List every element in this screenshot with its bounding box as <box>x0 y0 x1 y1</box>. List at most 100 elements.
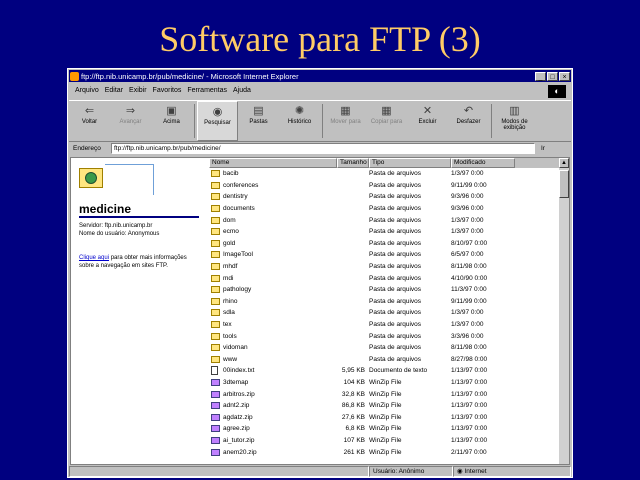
toolbar-button[interactable]: ◉ Pesquisar <box>197 101 238 141</box>
file-row[interactable]: dom Pasta de arquivos 1/3/97 0:00 <box>209 214 559 226</box>
file-size: 27,6 KB <box>341 413 365 421</box>
file-row[interactable]: tex Pasta de arquivos 1/3/97 0:00 <box>209 319 559 331</box>
file-row[interactable]: rhino Pasta de arquivos 9/11/99 0:00 <box>209 296 559 308</box>
file-row[interactable]: agdatz.zip 27,6 KB WinZip File 1/13/97 0:00 <box>209 411 559 423</box>
file-modified: 8/10/97 0:00 <box>451 239 488 247</box>
slide-title: Software para FTP (3) <box>159 19 481 59</box>
column-size[interactable]: Tamanho <box>337 158 369 168</box>
window-title: ftp://ftp.nib.unicamp.br/pub/medicine/ -… <box>81 71 299 81</box>
zip-file-icon <box>211 378 220 386</box>
file-row[interactable]: bacib Pasta de arquivos 1/3/97 0:00 <box>209 168 559 180</box>
ie-logo-icon: ◐ <box>548 85 566 98</box>
file-row[interactable]: sdla Pasta de arquivos 1/3/97 0:00 <box>209 307 559 319</box>
zip-file-icon <box>211 436 220 444</box>
toolbar-button[interactable]: ▦ Mover para <box>325 101 366 141</box>
menu-item[interactable]: Favoritos <box>153 87 182 94</box>
file-name: mdi <box>223 274 234 282</box>
folder-icon <box>211 181 220 189</box>
address-input[interactable]: ftp://ftp.nib.unicamp.br/pub/medicine/ <box>111 142 535 154</box>
folder-icon <box>211 193 220 201</box>
file-modified: 11/3/97 0:00 <box>451 286 487 294</box>
toolbar-button[interactable]: ▥ Modos de exibição <box>494 101 535 141</box>
file-row[interactable]: dentistry Pasta de arquivos 9/3/96 0:00 <box>209 191 559 203</box>
status-empty <box>69 466 369 477</box>
menu-item[interactable]: Arquivo <box>75 87 99 94</box>
file-row[interactable]: conferences Pasta de arquivos 9/11/99 0:00 <box>209 180 559 192</box>
toolbar-button[interactable]: ⇒ Avançar <box>110 101 151 141</box>
file-row[interactable]: www Pasta de arquivos 8/27/98 0:00 <box>209 354 559 366</box>
file-modified: 1/3/97 0:00 <box>451 216 484 224</box>
file-type: WinZip File <box>369 448 402 456</box>
column-modified[interactable]: Modificado <box>451 158 515 168</box>
menu-item[interactable]: Ajuda <box>233 87 251 94</box>
help-link[interactable]: Clique aqui <box>79 255 109 261</box>
file-name-cell: vidoman <box>209 344 337 352</box>
menu-item[interactable]: Ferramentas <box>187 87 227 94</box>
toolbar-button[interactable]: ✕ Excluir <box>407 101 448 141</box>
file-row[interactable]: vidoman Pasta de arquivos 8/11/98 0:00 <box>209 342 559 354</box>
server-info: Servidor: ftp.nib.unicamp.br Nome do usu… <box>79 222 203 238</box>
file-row[interactable]: gold Pasta de arquivos 8/10/97 0:00 <box>209 238 559 250</box>
title-bar[interactable]: ftp://ftp.nib.unicamp.br/pub/medicine/ -… <box>69 70 571 82</box>
toolbar-button[interactable]: ▦ Copiar para <box>366 101 407 141</box>
file-type: Pasta de arquivos <box>369 239 422 247</box>
file-row[interactable]: ai_tutor.zip 107 KB WinZip File 1/13/97 0:0… <box>209 435 559 447</box>
file-size: 104 KB <box>343 378 365 386</box>
file-type: Pasta de arquivos <box>369 309 422 317</box>
file-type: Pasta de arquivos <box>369 228 422 236</box>
folder-icon <box>211 321 220 329</box>
file-row[interactable]: ImageTool Pasta de arquivos 6/5/97 0:00 <box>209 249 559 261</box>
toolbar-button-label: Avançar <box>119 119 142 125</box>
menu-item[interactable]: Exibir <box>129 87 147 94</box>
close-button[interactable]: × <box>559 71 570 81</box>
file-name-cell: sdla <box>209 309 337 317</box>
go-button[interactable]: Ir <box>535 145 571 152</box>
file-row[interactable]: documents Pasta de arquivos 9/3/96 0:00 <box>209 203 559 215</box>
file-name: bacib <box>223 170 239 178</box>
file-row[interactable]: pathology Pasta de arquivos 11/3/97 0:00 <box>209 284 559 296</box>
globe-icon: ◉ <box>457 468 463 475</box>
file-size: 86,8 KB <box>341 402 365 410</box>
toolbar-button[interactable]: ⇐ Voltar <box>69 101 110 141</box>
file-type: Pasta de arquivos <box>369 170 422 178</box>
menu-item[interactable]: Editar <box>105 87 123 94</box>
file-modified: 1/13/97 0:00 <box>451 390 488 398</box>
column-type[interactable]: Tipo <box>369 158 451 168</box>
file-name: adnt2.zip <box>223 402 250 410</box>
folder-icon <box>211 332 220 340</box>
file-name: dentistry <box>223 193 248 201</box>
file-row[interactable]: adnt2.zip 86,8 KB WinZip File 1/13/97 0:00 <box>209 400 559 412</box>
file-type: Pasta de arquivos <box>369 286 422 294</box>
file-row[interactable]: anem20.zip 261 KB WinZip File 2/11/97 0:00 <box>209 446 559 458</box>
file-name-cell: arbitros.zip <box>209 390 337 398</box>
file-row[interactable]: agree.zip 6,8 KB WinZip File 1/13/97 0:00 <box>209 423 559 435</box>
file-row[interactable]: 00index.txt 5,95 KB Documento de texto 1/13… <box>209 365 559 377</box>
file-row[interactable]: 3dtemap 104 KB WinZip File 1/13/97 0:00 <box>209 377 559 389</box>
file-name-cell: adnt2.zip <box>209 402 337 410</box>
folder-globe-icon <box>75 162 154 198</box>
toolbar-button[interactable]: ✺ Histórico <box>279 101 320 141</box>
scroll-up-button[interactable]: ▲ <box>559 158 569 168</box>
folder-icon <box>211 309 220 317</box>
minimize-button[interactable]: _ <box>535 71 546 81</box>
file-name-cell: anem20.zip <box>209 448 337 456</box>
file-row[interactable]: mdi Pasta de arquivos 4/10/90 0:00 <box>209 272 559 284</box>
toolbar-button[interactable]: ↶ Desfazer <box>448 101 489 141</box>
scroll-thumb[interactable] <box>559 170 569 198</box>
column-name[interactable]: Nome <box>209 158 337 168</box>
file-row[interactable]: arbitros.zip 32,8 KB WinZip File 1/13/97 0:… <box>209 388 559 400</box>
file-name: pathology <box>223 286 252 294</box>
file-row[interactable]: tools Pasta de arquivos 3/3/96 0:00 <box>209 330 559 342</box>
file-type: Pasta de arquivos <box>369 297 422 305</box>
file-name: agdatz.zip <box>223 413 253 421</box>
folder-icon <box>211 170 220 178</box>
toolbar-button[interactable]: ▤ Pastas <box>238 101 279 141</box>
folder-icon <box>211 205 220 213</box>
toolbar-button[interactable]: ▣ Acima <box>151 101 192 141</box>
file-row[interactable]: mhdf Pasta de arquivos 8/11/98 0:00 <box>209 261 559 273</box>
maximize-button[interactable]: □ <box>547 71 558 81</box>
file-name: ai_tutor.zip <box>223 436 255 444</box>
vertical-scrollbar[interactable]: ▲ <box>559 158 569 464</box>
file-modified: 1/13/97 0:00 <box>451 378 488 386</box>
file-row[interactable]: ecmo Pasta de arquivos 1/3/97 0:00 <box>209 226 559 238</box>
